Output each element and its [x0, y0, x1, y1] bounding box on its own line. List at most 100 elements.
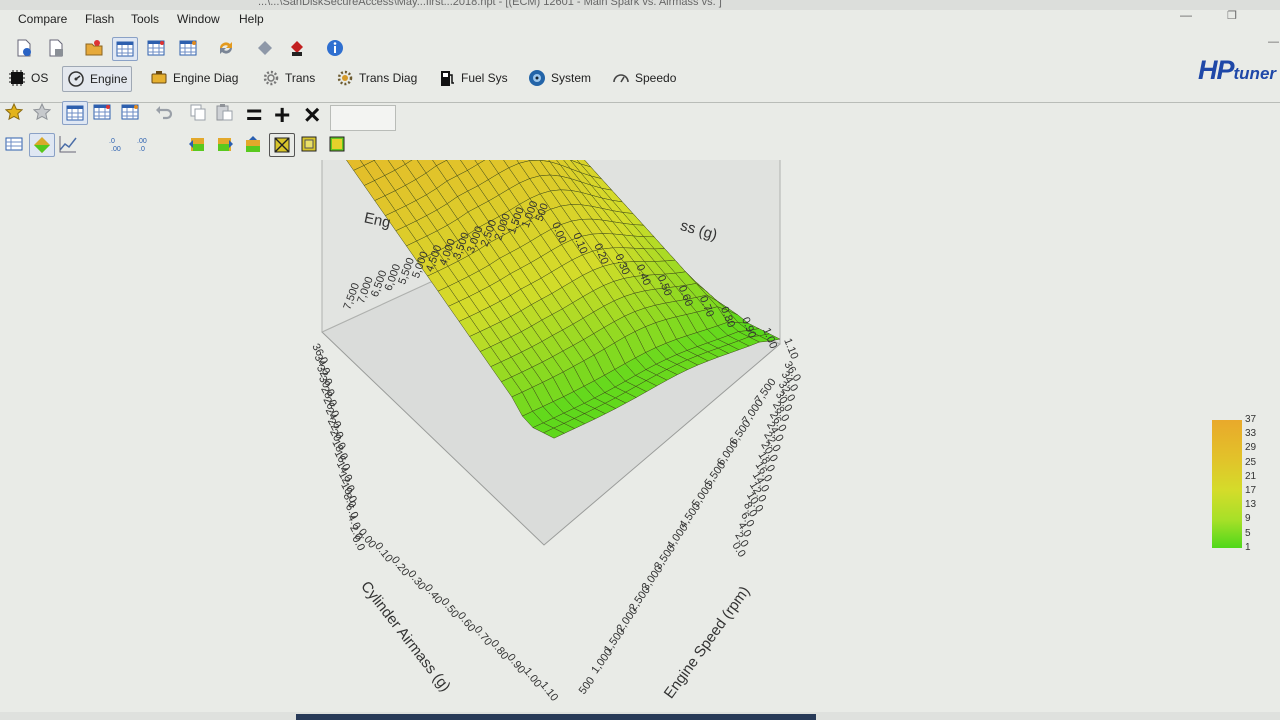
favorite-add-button[interactable]: [2, 101, 26, 123]
tab-trans-diag[interactable]: Trans Diag: [332, 66, 421, 90]
top-view-icon: [329, 136, 345, 152]
airmass-tick-back: 1.10: [781, 337, 800, 361]
tab-engine[interactable]: Engine: [62, 66, 133, 92]
sync-button[interactable]: [214, 37, 238, 59]
decimal-decrease-icon: .00.0: [137, 138, 147, 153]
add-value-icon[interactable]: +: [274, 100, 290, 130]
system-icon: [529, 70, 545, 86]
tab-speedo[interactable]: Speedo: [608, 66, 680, 90]
copy-icon: [190, 104, 206, 121]
gear-icon: [263, 70, 279, 86]
tab-system[interactable]: System: [524, 66, 595, 90]
operation-value-input[interactable]: [330, 105, 396, 131]
engine-icon: [68, 71, 84, 87]
top-view-button[interactable]: [325, 133, 349, 155]
file-compare-icon: [49, 39, 63, 57]
surface-view-button[interactable]: [29, 133, 55, 157]
tab-system-label: System: [551, 71, 592, 85]
legend-tick-label: 9: [1245, 513, 1251, 525]
rotate-right-button[interactable]: [213, 133, 237, 155]
surface-3d-icon: [34, 137, 50, 153]
view-toolbar: .0.00 .00.0: [0, 133, 360, 159]
undo-button[interactable]: [152, 101, 176, 123]
reset-view-button[interactable]: [269, 133, 295, 157]
taskbar-item: [296, 714, 816, 720]
undo-icon: [156, 106, 173, 120]
tab-fuel-sys-label: Fuel Sys: [461, 71, 508, 85]
read-vehicle-button[interactable]: [253, 37, 277, 59]
copy-button[interactable]: [186, 101, 210, 123]
sync-icon: [220, 42, 232, 54]
tab-engine-label: Engine: [90, 72, 128, 86]
legend-tick-label: 5: [1245, 527, 1251, 539]
color-scale-legend: [1212, 420, 1242, 548]
tab-os-label: OS: [31, 71, 49, 85]
info-button[interactable]: [323, 37, 347, 59]
speedometer-icon: [613, 74, 629, 83]
write-vehicle-button[interactable]: [285, 37, 309, 59]
fit-view-icon: [301, 136, 317, 152]
rotate-right-icon: [218, 138, 233, 151]
table-view-button[interactable]: [112, 37, 138, 61]
table-edit-button[interactable]: [144, 37, 168, 59]
menu-tools[interactable]: Tools: [131, 12, 159, 26]
grid-view-button[interactable]: [2, 133, 26, 155]
open-folder-button[interactable]: [82, 37, 106, 59]
menu-help[interactable]: Help: [239, 12, 264, 26]
tilt-view-button[interactable]: [241, 133, 265, 155]
write-vehicle-icon: [291, 41, 303, 56]
tab-fuel-sys[interactable]: Fuel Sys: [434, 66, 512, 90]
table-grid-compare-icon: [93, 104, 111, 120]
menu-flash[interactable]: Flash: [85, 12, 114, 26]
grid-view-icon: [5, 137, 23, 151]
legend-tick-label: 33: [1245, 428, 1257, 440]
table-difference-button[interactable]: [118, 101, 142, 123]
info-icon: [327, 40, 343, 56]
multiply-value-icon[interactable]: ×: [304, 100, 320, 130]
legend-tick-label: 17: [1245, 485, 1257, 496]
hp-tuners-logo: HPtuner: [1198, 55, 1277, 85]
line-graph-button[interactable]: [56, 133, 80, 155]
tab-trans[interactable]: Trans: [258, 66, 319, 90]
rpm-tick-front: 7,500: [753, 376, 779, 405]
decimal-increase-button[interactable]: .0.00: [106, 133, 130, 155]
trans-diag-icon: [337, 70, 353, 86]
tab-engine-diag[interactable]: Engine Diag: [146, 66, 242, 90]
set-value-icon[interactable]: =: [246, 100, 262, 130]
table-compare-grid-button[interactable]: [90, 101, 114, 123]
paste-button[interactable]: [212, 101, 236, 123]
legend-tick-label: 37: [1245, 414, 1257, 425]
table-icon: [116, 41, 134, 57]
read-vehicle-icon: [258, 41, 272, 55]
file-info-button[interactable]: [12, 37, 36, 59]
fit-view-button[interactable]: [297, 133, 321, 155]
tab-trans-diag-label: Trans Diag: [359, 71, 418, 85]
menu-window[interactable]: Window: [177, 12, 220, 26]
svg-text:.00: .00: [137, 138, 147, 145]
decimal-decrease-button[interactable]: .00.0: [134, 133, 158, 155]
legend-tick-label: 1: [1245, 541, 1251, 553]
rpm-tick-front: 500: [577, 675, 597, 697]
tilt-view-icon: [246, 136, 260, 152]
rotate-left-button[interactable]: [185, 133, 209, 155]
menu-compare[interactable]: Compare: [18, 12, 67, 26]
table-grid-button[interactable]: [62, 101, 88, 125]
engine-diag-icon: [151, 71, 167, 84]
tab-trans-label: Trans: [285, 71, 316, 85]
table-compare-button[interactable]: [176, 37, 200, 59]
svg-text:.0: .0: [109, 138, 115, 145]
folder-icon: [85, 40, 103, 56]
favorite-remove-button[interactable]: [30, 101, 54, 123]
reset-view-icon: [274, 137, 290, 153]
file-compare-button[interactable]: [44, 37, 68, 59]
star-icon: [5, 103, 23, 121]
surface-chart[interactable]: 5001,0001,5002,0002,5003,0003,5004,0004,…: [0, 160, 1280, 712]
paste-icon: [216, 104, 233, 121]
tab-engine-diag-label: Engine Diag: [173, 71, 239, 85]
tab-os[interactable]: OS: [4, 66, 52, 90]
panel-minimize-icon[interactable]: —: [1268, 36, 1279, 48]
rotate-left-icon: [189, 138, 204, 151]
star-outline-icon: [33, 103, 51, 121]
legend-tick-label: 21: [1245, 470, 1257, 482]
window-title: ...\...\SanDiskSecureAccess\May...first.…: [258, 0, 722, 8]
